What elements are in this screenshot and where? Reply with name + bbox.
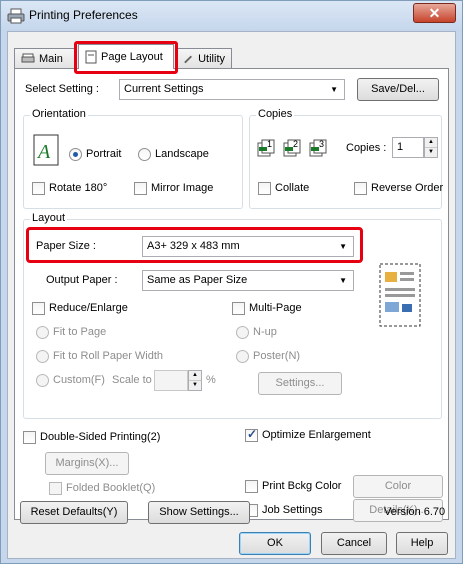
fit-to-roll-radio[interactable]: [36, 350, 49, 363]
save-del-button[interactable]: Save/Del...: [357, 78, 439, 101]
orientation-group-title: Orientation: [30, 108, 88, 120]
chevron-down-icon: ▼: [339, 276, 347, 285]
title-bar: Printing Preferences ✕: [1, 1, 462, 31]
output-paper-value: Same as Paper Size: [147, 274, 248, 286]
collate-checkbox[interactable]: [258, 182, 271, 195]
close-button[interactable]: ✕: [413, 3, 456, 23]
collate-label: Collate: [275, 182, 310, 194]
print-bckg-color-checkbox[interactable]: [245, 480, 258, 493]
tab-main[interactable]: Main: [14, 48, 76, 68]
svg-text:A: A: [36, 141, 51, 163]
paper-size-label: Paper Size :: [36, 240, 96, 252]
spin-down-icon[interactable]: ▼: [425, 148, 437, 158]
color-settings-button[interactable]: Color Settings(H)...: [353, 475, 443, 513]
paper-size-value: A3+ 329 x 483 mm: [147, 240, 240, 252]
layout-group-title: Layout: [30, 212, 68, 224]
custom-label: Custom(F): [53, 374, 105, 386]
poster-radio[interactable]: [236, 350, 249, 363]
chevron-down-icon: ▼: [339, 242, 347, 251]
orientation-group: Orientation A Portrait Landscape Rotate …: [23, 108, 243, 209]
select-setting-label: Select Setting :: [25, 83, 99, 95]
paper-size-dropdown[interactable]: A3+ 329 x 483 mm ▼: [142, 236, 354, 257]
portrait-page-icon: A: [33, 134, 59, 166]
show-settings-button[interactable]: Show Settings...: [148, 501, 250, 524]
page-layout-tab-icon: [85, 50, 97, 64]
optimize-enlargement-label: Optimize Enlargement: [262, 429, 371, 441]
collate-set-3: 3: [319, 139, 325, 149]
scale-input[interactable]: [154, 370, 188, 391]
cancel-button[interactable]: Cancel: [321, 532, 387, 555]
folded-booklet-label: Folded Booklet(Q): [66, 482, 156, 494]
dialog-client: Main Page Layout Utility Select Setting …: [7, 31, 456, 559]
help-button[interactable]: Help: [396, 532, 448, 555]
ok-button[interactable]: OK: [239, 532, 311, 555]
portrait-radio[interactable]: [69, 148, 82, 161]
select-setting-value: Current Settings: [124, 83, 204, 95]
multi-page-label: Multi-Page: [249, 302, 302, 314]
scale-spinner[interactable]: ▲ ▼: [188, 370, 202, 391]
print-bckg-color-label: Print Bckg Color: [262, 480, 342, 492]
layout-group: Layout Paper Size : A3+ 329 x 483 mm ▼ O…: [23, 212, 442, 419]
multi-page-settings-button[interactable]: Settings...: [258, 372, 342, 395]
spin-up-icon[interactable]: ▲: [189, 371, 201, 381]
copies-group: Copies 1 2 3 Copies : 1 ▲ ▼ Collate Reve…: [249, 108, 444, 209]
landscape-label: Landscape: [155, 148, 209, 160]
reduce-enlarge-checkbox[interactable]: [32, 302, 45, 315]
output-paper-dropdown[interactable]: Same as Paper Size ▼: [142, 270, 354, 291]
select-setting-dropdown[interactable]: Current Settings ▼: [119, 79, 345, 100]
poster-label: Poster(N): [253, 350, 301, 362]
portrait-label: Portrait: [86, 148, 122, 160]
tab-page-layout-label: Page Layout: [101, 51, 163, 63]
spin-up-icon[interactable]: ▲: [425, 138, 437, 148]
version-label: Version 6.70: [384, 506, 446, 518]
tab-page-layout[interactable]: Page Layout: [78, 44, 174, 69]
fit-to-page-radio[interactable]: [36, 326, 49, 339]
n-up-radio[interactable]: [236, 326, 249, 339]
page-preview-icon: [379, 263, 421, 327]
tab-bar: Main Page Layout Utility: [8, 41, 455, 74]
landscape-radio[interactable]: [138, 148, 151, 161]
wrench-icon: [184, 55, 192, 63]
fit-to-roll-label: Fit to Roll Paper Width: [53, 350, 164, 362]
copies-label: Copies :: [346, 142, 387, 154]
tab-utility-label: Utility: [198, 52, 225, 65]
reverse-order-label: Reverse Order: [371, 182, 444, 194]
chevron-down-icon: ▼: [330, 85, 338, 94]
multi-page-checkbox[interactable]: [232, 302, 245, 315]
collate-set-2: 2: [293, 139, 299, 149]
custom-radio[interactable]: [36, 374, 49, 387]
copies-group-title: Copies: [256, 108, 295, 120]
page-layout-panel: Select Setting : Current Settings ▼ Save…: [14, 68, 449, 522]
reduce-enlarge-label: Reduce/Enlarge: [49, 302, 128, 314]
job-settings-label: Job Settings: [262, 504, 323, 516]
mirror-image-checkbox[interactable]: [134, 182, 147, 195]
printer-icon: [7, 8, 25, 24]
fit-to-page-label: Fit to Page: [53, 326, 107, 338]
percent-label: %: [206, 374, 216, 386]
printing-preferences-window: Printing Preferences ✕ Main Page Layout: [0, 0, 463, 564]
collate-set-1: 1: [267, 139, 273, 149]
reverse-order-checkbox[interactable]: [354, 182, 367, 195]
mirror-image-label: Mirror Image: [151, 182, 214, 194]
margins-button[interactable]: Margins(X)...: [45, 452, 129, 475]
copies-input[interactable]: 1: [392, 137, 424, 158]
output-paper-label: Output Paper :: [46, 274, 118, 286]
optimize-enlargement-checkbox[interactable]: [245, 427, 258, 442]
tab-utility[interactable]: Utility: [176, 48, 232, 68]
scale-to-label: Scale to: [112, 374, 152, 386]
reset-defaults-button[interactable]: Reset Defaults(Y): [20, 501, 128, 524]
n-up-label: N-up: [253, 326, 277, 338]
spin-down-icon[interactable]: ▼: [189, 381, 201, 391]
main-tab-icon: [21, 53, 35, 62]
folded-booklet-checkbox[interactable]: [49, 482, 62, 495]
double-sided-label: Double-Sided Printing(2): [40, 431, 161, 443]
copies-spinner[interactable]: ▲ ▼: [424, 137, 438, 158]
window-title: Printing Preferences: [29, 8, 138, 22]
rotate-180-checkbox[interactable]: [32, 182, 45, 195]
tab-main-label: Main: [39, 52, 63, 65]
rotate-180-label: Rotate 180°: [49, 182, 108, 194]
double-sided-checkbox[interactable]: [23, 431, 36, 444]
